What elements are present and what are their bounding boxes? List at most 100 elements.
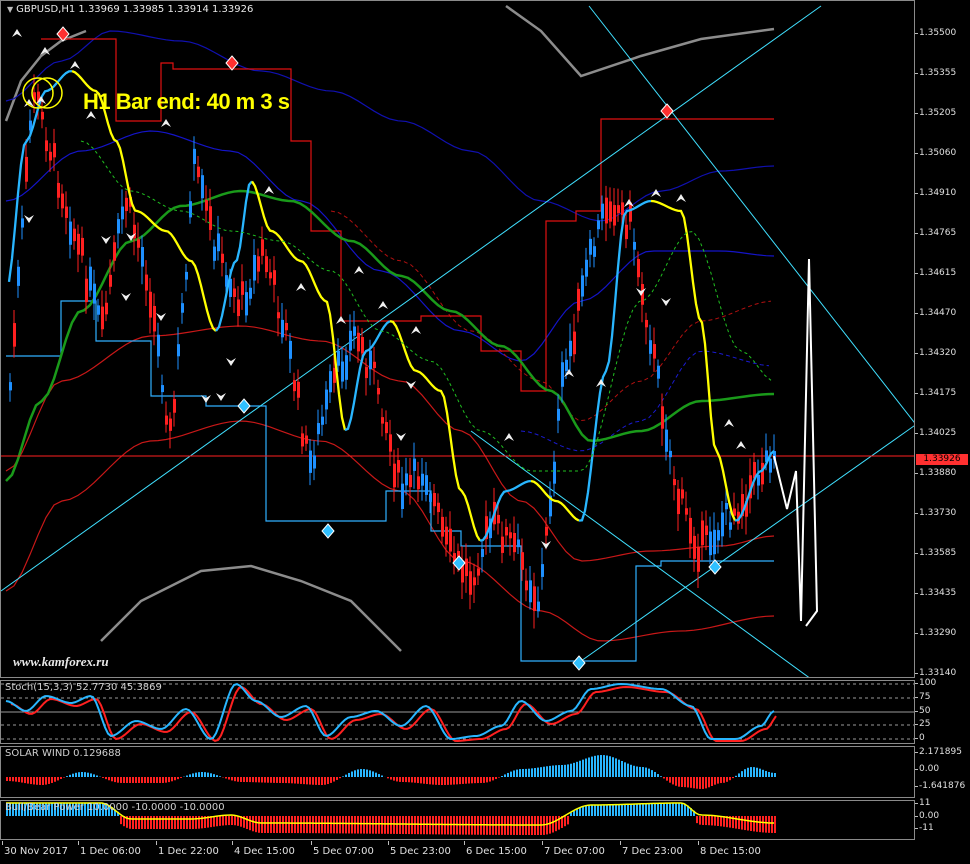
bull-bear-title: Bull/Bear Power 10.0000 -10.0000 -10.000… (5, 802, 225, 813)
solar-bar-neg (150, 777, 152, 783)
bull-candle (161, 385, 164, 393)
fractal-down-arrow (156, 313, 166, 321)
bb-bar-neg (303, 816, 305, 834)
solar-bar-neg (285, 777, 287, 784)
solar-bar-neg (156, 777, 158, 783)
solar-bar-neg (231, 777, 233, 781)
bull-candle (585, 259, 588, 277)
bear-candle (693, 535, 696, 559)
bb-bar-neg (366, 816, 368, 834)
solar-bar-pos (639, 766, 641, 777)
collapse-arrow-icon[interactable]: ▼ (7, 5, 13, 14)
level-tick: -1.641876 (915, 781, 970, 791)
solar-bar-neg (480, 777, 482, 784)
price-tick: 1.33880 (915, 468, 970, 478)
solar-bar-neg (318, 777, 320, 785)
solar-bar-neg (180, 777, 182, 778)
bear-candle (385, 422, 388, 434)
time-tick: 5 Dec 07:00 (311, 841, 374, 857)
bb-bar-neg (237, 816, 239, 826)
solar-bar-pos (606, 755, 608, 777)
bb-bar-neg (216, 816, 218, 827)
bb-bar-neg (741, 816, 743, 830)
bear-candle (645, 319, 648, 328)
bull-candle (345, 355, 348, 380)
bb-bar-pos (585, 805, 587, 816)
solar-bar-pos (573, 762, 575, 777)
solar-bar-pos (744, 769, 746, 777)
level-tick: 0.00 (915, 811, 970, 821)
solar-bar-pos (738, 773, 740, 777)
solar-bar-neg (411, 777, 413, 783)
bb-bar-neg (699, 816, 701, 825)
solar-bar-neg (237, 777, 239, 782)
solar-bar-pos (621, 761, 623, 777)
solar-bar-neg (483, 777, 485, 783)
solar-bar-pos (615, 758, 617, 777)
bb-bar-pos (666, 803, 668, 816)
bb-bar-neg (744, 816, 746, 831)
solar-wind-pane[interactable]: SOLAR WIND 0.129688 (0, 746, 915, 798)
bb-bar-neg (387, 816, 389, 834)
bear-candle (169, 418, 172, 431)
solar-bar-pos (198, 772, 200, 777)
bb-bar-neg (552, 816, 554, 833)
solar-bar-neg (270, 777, 272, 783)
bull-candle (217, 233, 220, 252)
bear-candle (257, 256, 260, 272)
bull-candle (429, 493, 432, 502)
bb-bar-pos (657, 803, 659, 816)
fractal-up-arrow (354, 266, 364, 274)
bb-bar-neg (135, 816, 137, 829)
solar-bar-neg (393, 777, 395, 781)
bb-bar-pos (624, 804, 626, 816)
solar-bar-neg (684, 777, 686, 788)
solar-bar-neg (408, 777, 410, 783)
bull-bear-pane[interactable]: Bull/Bear Power 10.0000 -10.0000 -10.000… (0, 800, 915, 840)
solar-bar-neg (474, 777, 476, 784)
support-diamond-icon (572, 655, 586, 671)
solar-bar-neg (690, 777, 692, 788)
solar-bar-pos (189, 774, 191, 777)
bear-candle (393, 463, 396, 488)
solar-bar-neg (312, 777, 314, 785)
bear-candle (237, 299, 240, 317)
bb-bar-neg (714, 816, 716, 826)
fractal-up-arrow (296, 283, 306, 291)
bull-candle (481, 549, 484, 557)
solar-bar-neg (261, 777, 263, 783)
bb-bar-neg (258, 816, 260, 833)
bb-bar-neg (384, 816, 386, 834)
bb-bar-pos (654, 803, 656, 816)
solar-bar-pos (186, 775, 188, 777)
bb-bar-neg (153, 816, 155, 829)
solar-bar-neg (495, 777, 497, 780)
solar-bar-neg (702, 777, 704, 789)
solar-bar-pos (591, 756, 593, 777)
bb-bar-pos (594, 804, 596, 816)
bull-candle (249, 287, 252, 299)
solar-bar-pos (546, 766, 548, 777)
bb-bar-pos (579, 807, 581, 816)
bull-candle (309, 450, 312, 473)
bear-candle (85, 278, 88, 303)
current-price-label: 1.33926 (916, 454, 968, 465)
main-chart-pane[interactable]: ▼ GBPUSD,H1 1.33969 1.33985 1.33914 1.339… (0, 0, 915, 678)
solar-bar-pos (741, 771, 743, 777)
solar-bar-neg (726, 777, 728, 782)
bear-candle (285, 322, 288, 331)
solar-bar-pos (567, 764, 569, 777)
bear-candle (673, 479, 676, 486)
solar-bar-neg (456, 777, 458, 785)
solar-bar-pos (216, 775, 218, 777)
bb-bar-neg (408, 816, 410, 835)
solar-bar-neg (669, 777, 671, 783)
stoch-pane[interactable]: Stoch(15,3,3) 52.7730 45.3869 (0, 680, 915, 744)
level-tick: 50 (915, 706, 970, 716)
solar-bar-pos (549, 765, 551, 777)
solar-bar-pos (516, 769, 518, 777)
bear-candle (681, 489, 684, 499)
solar-bar-pos (759, 768, 761, 777)
fractal-up-arrow (12, 29, 22, 37)
solar-bar-pos (630, 764, 632, 777)
